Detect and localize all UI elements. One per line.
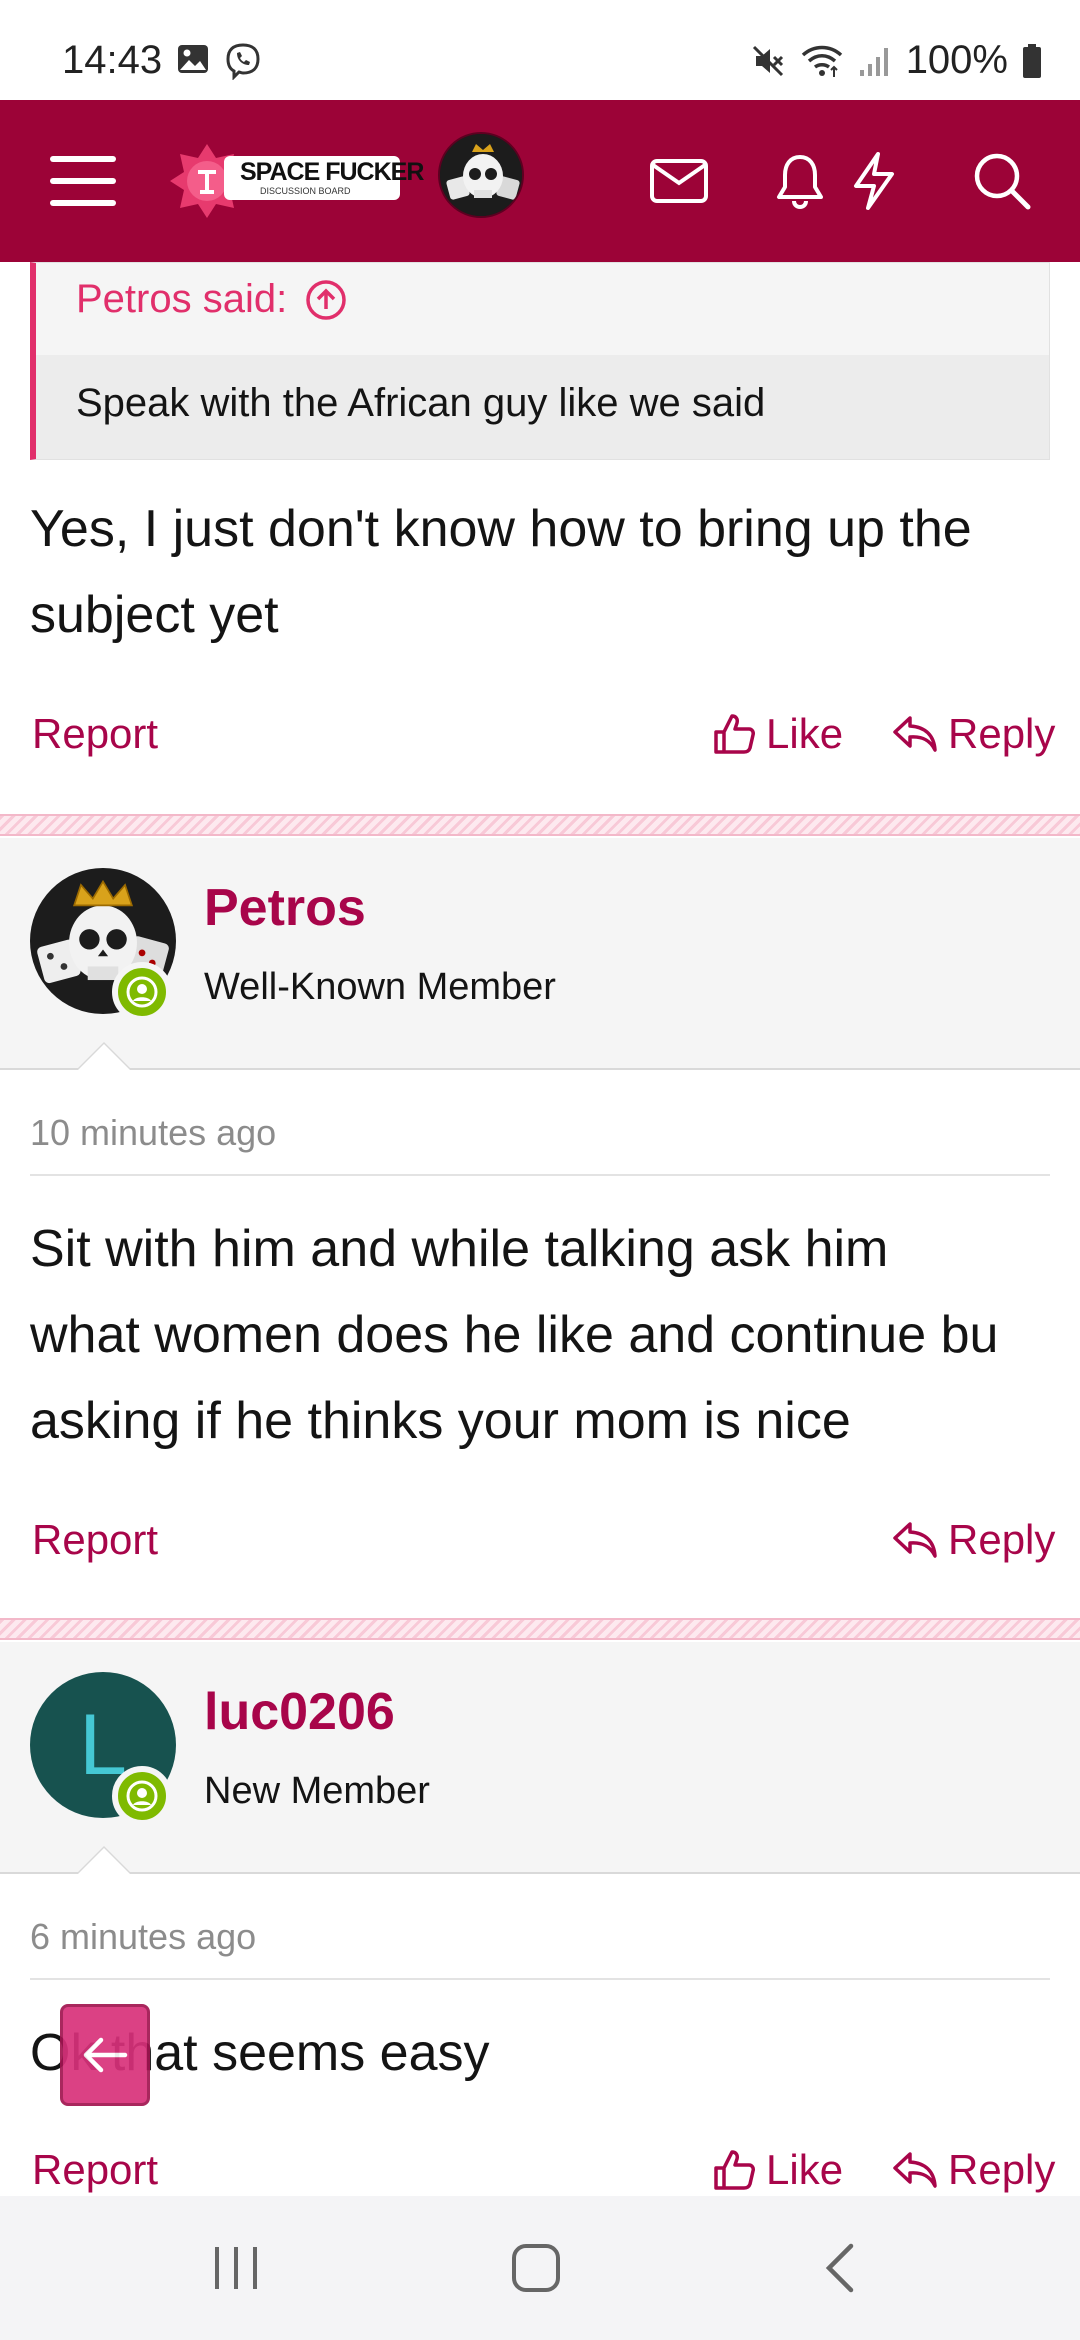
back-button[interactable] (740, 2196, 940, 2340)
username-link[interactable]: luc0206 (204, 1682, 395, 1742)
logo-subtitle: DISCUSSION BOARD (260, 186, 351, 196)
search-icon (974, 153, 1031, 210)
online-status-badge (112, 1766, 172, 1826)
like-button[interactable]: Like (712, 710, 843, 758)
inbox-icon (650, 159, 708, 203)
post-date[interactable]: 6 minutes ago (30, 1916, 256, 1958)
recent-apps-button[interactable] (136, 2196, 336, 2340)
user-online-icon (126, 976, 158, 1008)
viber-icon (226, 43, 260, 80)
quote-author[interactable]: Petros said: (76, 277, 347, 322)
username-link[interactable]: Petros (204, 878, 366, 938)
search-button[interactable] (952, 100, 1052, 262)
quote-author-label: Petros said: (76, 277, 288, 321)
system-nav-bar (0, 2196, 1080, 2340)
post-user-bar: Petros Well-Known Member (0, 838, 1080, 1070)
recents-icon (215, 2247, 257, 2289)
skull-avatar-icon (440, 134, 522, 216)
battery-icon (1023, 43, 1041, 78)
reply-icon (893, 716, 937, 752)
site-logo[interactable]: SPACE FUCKER DISCUSSION BOARD (168, 142, 424, 222)
quote-block: Petros said: Speak with the African guy … (30, 262, 1050, 460)
header-user-avatar[interactable] (438, 132, 524, 218)
inbox-button[interactable] (624, 100, 734, 262)
reply-button[interactable]: Reply (892, 1516, 1055, 1564)
quote-text: Speak with the African guy like we said (76, 381, 766, 425)
thumbs-up-icon (714, 2150, 755, 2190)
post-body: Ok that seems easy (30, 2024, 490, 2082)
reply-icon (893, 2152, 937, 2188)
wifi-icon (801, 45, 842, 77)
report-link[interactable]: Report (32, 2146, 158, 2194)
thumbs-up-icon (714, 714, 755, 754)
signal-icon (859, 47, 888, 76)
chevron-left-icon (825, 2243, 854, 2293)
battery-percent: 100% (905, 38, 1008, 82)
back-fab-button[interactable] (60, 2004, 150, 2106)
user-title: New Member (204, 1770, 430, 1812)
reply-icon (893, 1522, 937, 1558)
whats-new-button[interactable] (824, 100, 924, 262)
menu-button[interactable] (28, 100, 138, 262)
status-time: 14:43 (62, 38, 163, 82)
reply-label: Reply (948, 2146, 1056, 2193)
reply-button[interactable]: Reply (892, 710, 1055, 758)
like-label: Like (766, 710, 844, 757)
post-date[interactable]: 10 minutes ago (30, 1112, 276, 1154)
user-title: Well-Known Member (204, 966, 556, 1008)
reply-button[interactable]: Reply (892, 2146, 1055, 2194)
post-body: Yes, I just don't know how to bring up t… (30, 500, 972, 644)
mute-icon (752, 45, 783, 76)
post-body: Sit with him and while talking ask him w… (30, 1220, 999, 1450)
home-icon (512, 2244, 560, 2292)
site-header: SPACE FUCKER DISCUSSION BOARD (0, 100, 1080, 262)
gallery-icon (178, 45, 208, 73)
report-link[interactable]: Report (32, 710, 158, 758)
online-status-badge (112, 962, 172, 1022)
reply-label: Reply (948, 710, 1056, 757)
reply-label: Reply (948, 1516, 1056, 1563)
arrow-left-icon (83, 2037, 128, 2073)
user-online-icon (126, 1780, 158, 1812)
menu-icon (50, 156, 116, 206)
post-user-bar: L luc0206 New Member (0, 1642, 1080, 1874)
like-button[interactable]: Like (712, 2146, 843, 2194)
post-separator (0, 1618, 1080, 1640)
logo-title: SPACE FUCKER (240, 158, 424, 186)
status-bar: 14:43 100% (0, 0, 1080, 100)
lightning-icon (854, 152, 894, 210)
bell-icon (777, 155, 823, 209)
arrow-up-circle-icon[interactable] (305, 279, 347, 321)
post-separator (0, 814, 1080, 836)
report-link[interactable]: Report (32, 1516, 158, 1564)
like-label: Like (766, 2146, 844, 2193)
home-button[interactable] (436, 2196, 636, 2340)
